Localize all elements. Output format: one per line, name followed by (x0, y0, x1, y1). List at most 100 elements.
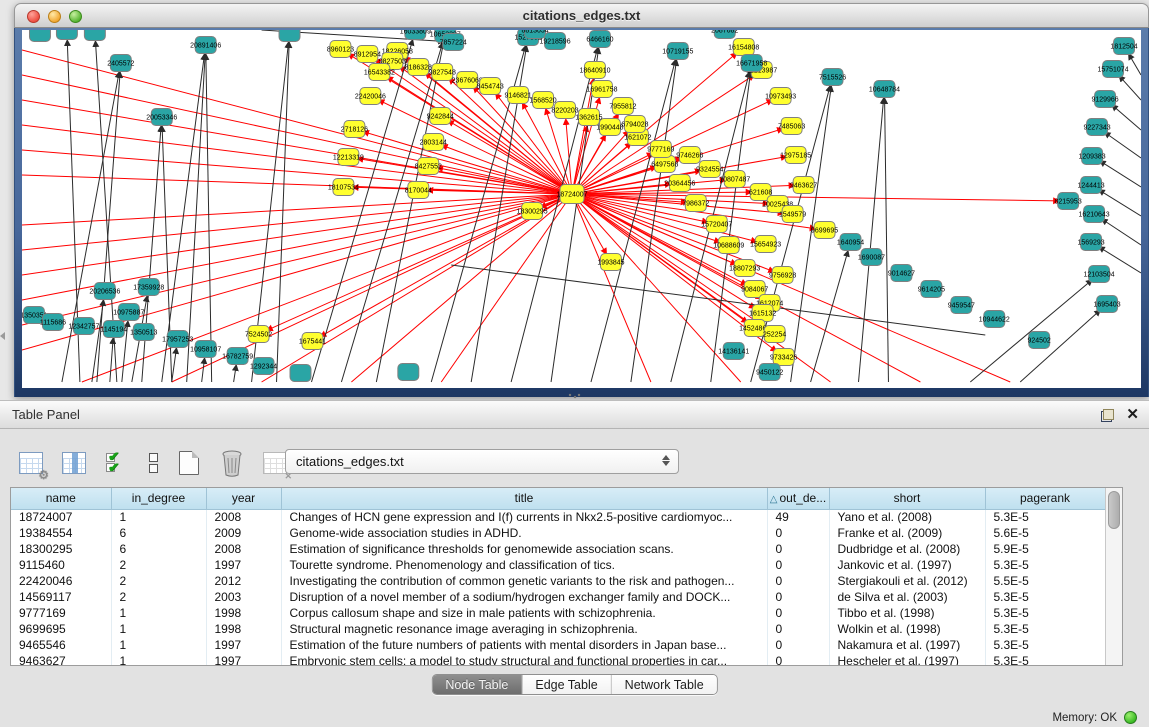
network-node[interactable]: 20891406 (190, 37, 221, 54)
network-node[interactable]: 924502 (1028, 332, 1051, 349)
network-node[interactable]: 1695403 (1093, 296, 1120, 313)
network-node[interactable]: 1569293 (1077, 234, 1104, 251)
network-node[interactable]: 2718126 (341, 121, 368, 138)
delete-column-icon[interactable] (217, 448, 247, 478)
table-mode-icon[interactable]: ⚙ (16, 448, 46, 478)
table-row[interactable]: 977716911998Corpus callosum shape and si… (11, 605, 1105, 621)
network-node[interactable]: 12103504 (1084, 266, 1115, 283)
network-node[interactable]: 10688609 (713, 237, 744, 254)
network-node[interactable]: 1690087 (858, 249, 885, 266)
network-node[interactable] (29, 30, 50, 42)
network-node[interactable]: 9777169 (647, 141, 674, 158)
window-titlebar[interactable]: citations_edges.txt (14, 3, 1149, 28)
network-node[interactable]: 8960123 (327, 41, 354, 58)
close-panel-icon[interactable]: ✕ (1126, 408, 1139, 422)
network-node[interactable]: 20206536 (89, 283, 120, 300)
tab-network-table[interactable]: Network Table (612, 675, 717, 694)
network-node[interactable]: 1549579 (779, 206, 806, 223)
network-node[interactable]: 9614205 (918, 281, 945, 298)
table-row[interactable]: 1456911722003Disruption of a novel membe… (11, 589, 1105, 605)
network-node[interactable]: 10719155 (662, 43, 693, 60)
column-header-short[interactable]: short (829, 488, 985, 509)
network-node[interactable]: 1568520 (529, 92, 556, 109)
minimize-window-button[interactable] (48, 10, 61, 23)
network-node[interactable]: 16961758 (586, 81, 617, 98)
network-node[interactable]: 12975185 (780, 147, 811, 164)
network-node[interactable]: 2087682 (711, 30, 738, 39)
network-node[interactable]: 1209383 (1078, 148, 1105, 165)
network-node[interactable]: 8427552 (415, 158, 442, 175)
network-node[interactable]: 1993845 (597, 254, 624, 271)
network-node[interactable]: 252254 (763, 326, 786, 343)
network-node[interactable] (84, 30, 105, 41)
network-node[interactable]: 8170044 (405, 182, 432, 199)
network-node[interactable]: 1145194 (101, 321, 128, 338)
network-node[interactable]: 6497568 (651, 156, 678, 173)
network-node[interactable]: 7955812 (609, 98, 636, 115)
new-column-icon[interactable] (174, 448, 204, 478)
network-node[interactable]: 7515526 (819, 69, 846, 86)
network-table-selector[interactable]: citations_edges.txt (285, 449, 679, 474)
panel-splitter-handle[interactable] (567, 393, 581, 399)
select-rows-icon[interactable]: ✔ ✔ (102, 448, 132, 478)
table-row[interactable]: 969969511998Structural magnetic resonanc… (11, 621, 1105, 637)
network-node[interactable]: 9746266 (676, 147, 703, 164)
table-scrollbar[interactable] (1105, 488, 1122, 665)
network-node[interactable]: 10975887 (113, 304, 144, 321)
row-height-icon[interactable] (145, 448, 161, 478)
network-node[interactable]: 10973493 (765, 88, 796, 105)
table-row[interactable]: 1830029562008Estimation of significance … (11, 541, 1105, 557)
zoom-window-button[interactable] (69, 10, 82, 23)
network-node[interactable]: 10648784 (869, 81, 900, 98)
network-node[interactable]: 9014627 (888, 265, 915, 282)
network-node[interactable]: 14136141 (718, 343, 749, 360)
network-node[interactable]: 16782759 (222, 348, 253, 365)
network-node[interactable]: 12213319 (333, 149, 364, 166)
network-node[interactable]: 17359928 (133, 279, 164, 296)
table-row[interactable]: 1872400712008Changes of HCN gene express… (11, 509, 1105, 525)
network-node[interactable]: 8454743 (477, 78, 504, 95)
network-node[interactable]: 9459547 (948, 297, 975, 314)
network-node[interactable]: 7485063 (778, 118, 805, 135)
network-node[interactable] (279, 30, 300, 42)
network-node[interactable]: 15654923 (750, 236, 781, 253)
network-node[interactable]: 16033809 (400, 30, 431, 40)
network-node[interactable]: 1292344 (250, 358, 277, 375)
table-row[interactable]: 911546021997Tourette syndrome. Phenomeno… (11, 557, 1105, 573)
network-node[interactable]: 1362615 (575, 109, 602, 126)
network-node[interactable]: 9146821 (505, 87, 532, 104)
network-node[interactable]: 8215953 (1055, 193, 1082, 210)
network-node[interactable]: 9733426 (770, 349, 797, 366)
network-node[interactable]: 7524502 (245, 326, 272, 343)
network-node[interactable]: 8912954 (354, 46, 381, 63)
control-panel-collapse-icon[interactable] (0, 332, 5, 340)
network-node[interactable]: 7986372 (682, 195, 709, 212)
network-node[interactable]: 18107534 (328, 179, 359, 196)
network-hub-node[interactable]: 18724007 (556, 185, 587, 204)
column-header-pagerank[interactable]: pagerank (985, 488, 1105, 509)
float-panel-icon[interactable] (1101, 409, 1114, 422)
network-node[interactable]: 1675441 (299, 333, 326, 350)
network-node[interactable]: 1812504 (1110, 38, 1137, 55)
table-row[interactable]: 946554611997Estimation of the future num… (11, 637, 1105, 653)
network-node[interactable]: 9242844 (427, 108, 454, 125)
close-window-button[interactable] (27, 10, 40, 23)
network-node[interactable]: 1350513 (130, 324, 157, 341)
column-header-title[interactable]: title (281, 488, 767, 509)
network-node[interactable]: 6794028 (621, 116, 648, 133)
memory-status-icon[interactable] (1124, 711, 1137, 724)
tab-node-table[interactable]: Node Table (432, 675, 522, 694)
network-node[interactable]: 16154808 (728, 39, 759, 56)
network-node[interactable]: 6466160 (586, 31, 613, 48)
network-canvas[interactable]: 8960123891295418226058982750316543382818… (22, 30, 1141, 388)
network-node[interactable]: 10944622 (979, 311, 1010, 328)
network-node[interactable]: 20053346 (146, 109, 177, 126)
network-node[interactable]: 18640910 (579, 62, 610, 79)
network-node[interactable]: 9463627 (790, 177, 817, 194)
network-node[interactable]: 2803144 (420, 134, 447, 151)
network-node[interactable]: 18807293 (729, 260, 760, 277)
network-node[interactable]: 9450122 (756, 364, 783, 381)
network-node[interactable]: 1244413 (1077, 177, 1104, 194)
column-header-year[interactable]: year (206, 488, 281, 509)
network-node[interactable]: 16210643 (1079, 206, 1110, 223)
